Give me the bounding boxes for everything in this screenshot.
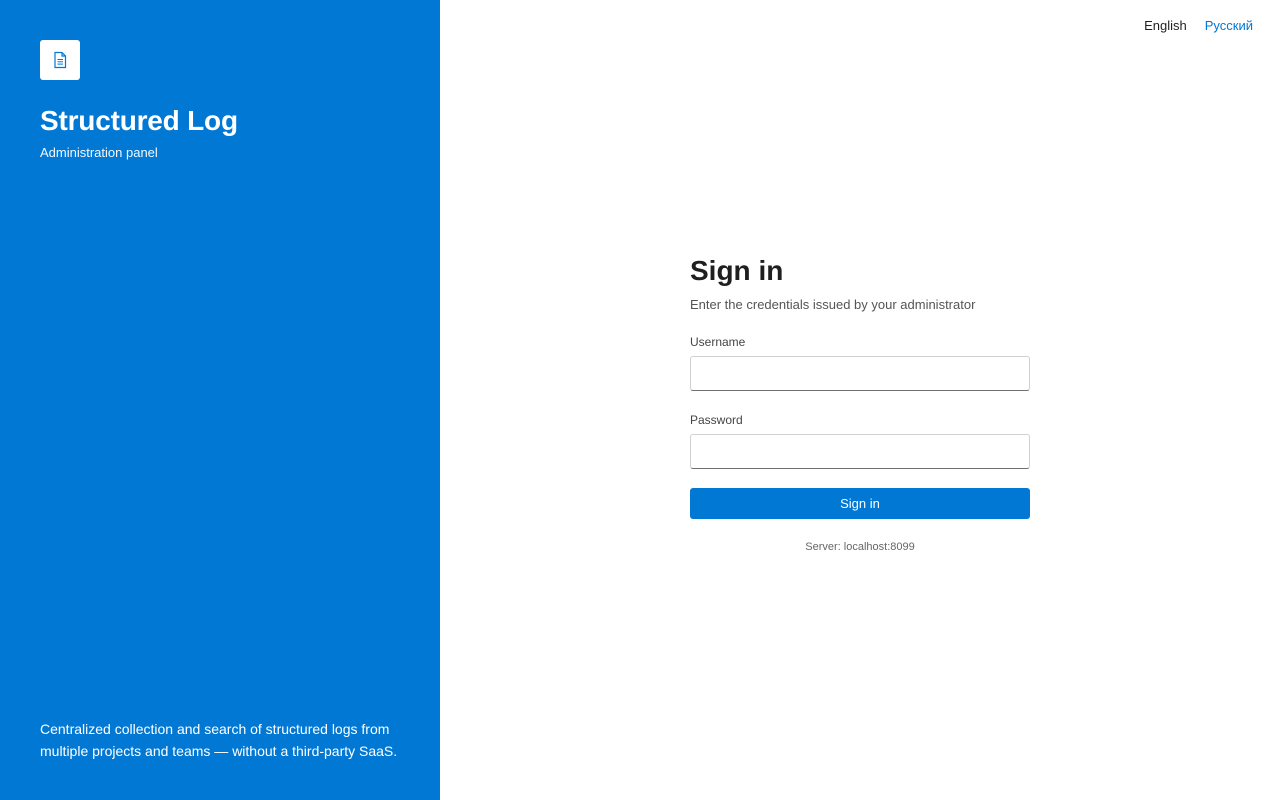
signin-button[interactable]: Sign in — [690, 488, 1030, 519]
document-icon — [54, 51, 67, 69]
app-subtitle: Administration panel — [40, 145, 158, 160]
app-root: Structured Log Administration panel Cent… — [0, 0, 1280, 800]
username-label: Username — [690, 335, 746, 349]
language-option-russian[interactable]: Русский — [1205, 17, 1253, 35]
username-input[interactable] — [690, 356, 1030, 391]
signin-hint: Enter the credentials issued by your adm… — [690, 297, 976, 312]
password-label: Password — [690, 413, 743, 427]
language-option-english[interactable]: English — [1144, 17, 1187, 35]
server-info: Server: localhost:8099 — [805, 541, 915, 553]
logo — [40, 40, 80, 80]
signin-form: Sign in Enter the credentials issued by … — [690, 255, 1030, 554]
language-switcher: English Русский — [1144, 17, 1253, 35]
password-input[interactable] — [690, 434, 1030, 469]
main-content: English Русский Sign in Enter the creden… — [440, 0, 1280, 800]
brand-description: Centralized collection and search of str… — [40, 721, 398, 759]
signin-title: Sign in — [690, 255, 784, 286]
app-title: Structured Log — [40, 105, 238, 136]
brand-panel: Structured Log Administration panel Cent… — [0, 0, 440, 800]
